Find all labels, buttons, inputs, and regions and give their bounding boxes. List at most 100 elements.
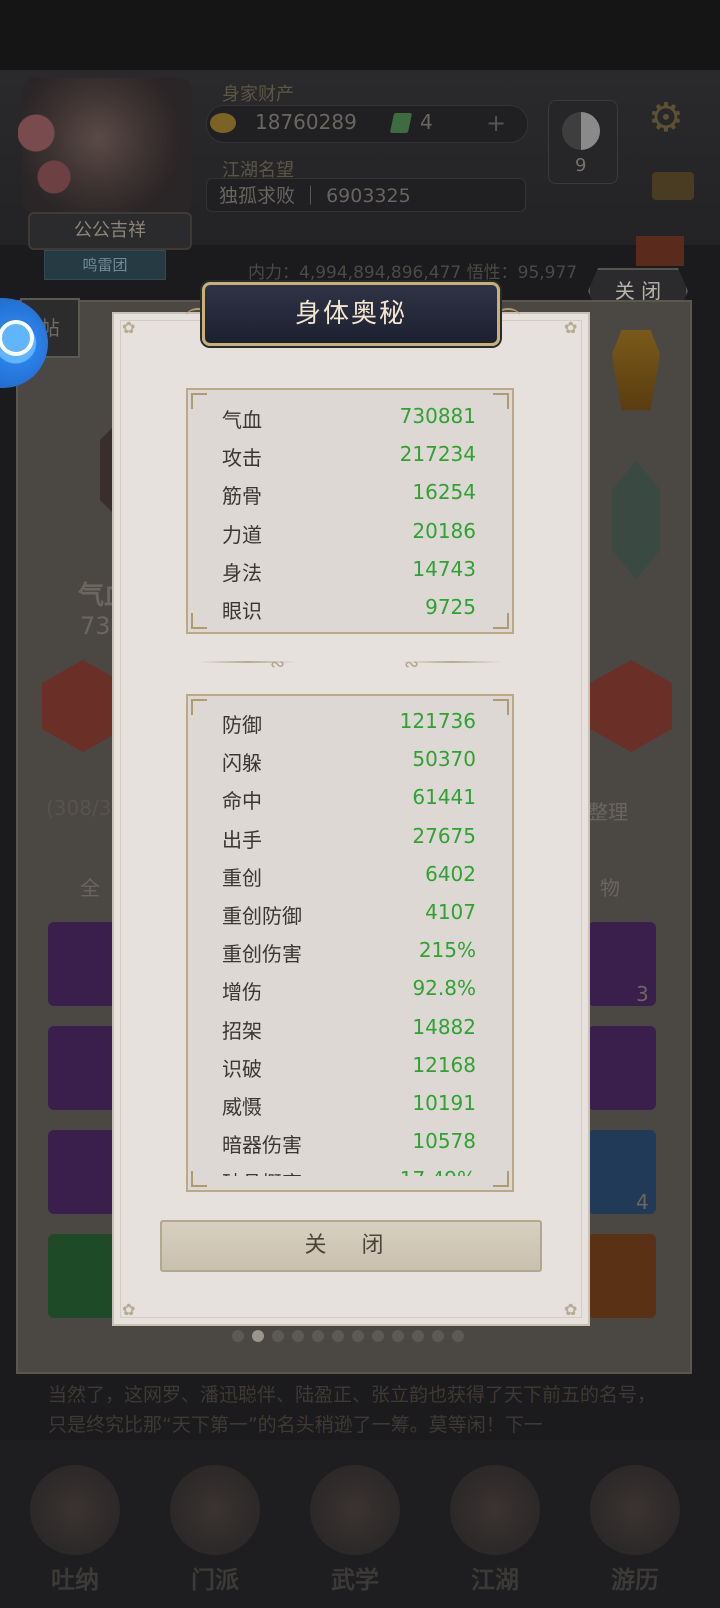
wuxue-icon <box>310 1465 400 1555</box>
add-currency-button[interactable]: + <box>486 111 506 135</box>
nav-wuxue[interactable]: 武学 <box>300 1445 410 1605</box>
page-dot <box>352 1330 364 1342</box>
stat-value: 16254 <box>412 480 476 505</box>
stat-value: 4107 <box>425 899 476 924</box>
secondary-stats-box[interactable]: 防御 121736 闪躲 50370 命中 61441 出手 27675 重创 6402 … <box>186 694 514 1192</box>
qixue-value-bg: 73 <box>80 612 111 640</box>
stat-label: 防御 <box>222 713 262 737</box>
wealth-label: 身家财产 <box>222 84 294 105</box>
stat-row: 防御 121736 <box>188 702 512 740</box>
page-dot <box>272 1330 284 1342</box>
inventory-slot[interactable] <box>588 1234 656 1318</box>
page-dot <box>292 1330 304 1342</box>
inventory-slot[interactable] <box>48 922 116 1006</box>
stat-label: 闪躲 <box>222 751 262 776</box>
page-dot <box>432 1330 444 1342</box>
stat-label: 力道 <box>222 522 262 547</box>
stat-label: 增伤 <box>222 980 262 1005</box>
stat-label: 命中 <box>222 789 262 814</box>
primary-stats-box: 气血 730881 攻击 217234 筋骨 16254 力道 20186 身法 1474… <box>186 388 514 634</box>
stat-value: 92.8% <box>412 976 476 1001</box>
stat-row: 识破 12168 <box>188 1046 512 1084</box>
page-dot <box>372 1330 384 1342</box>
coin-amount: 18760289 <box>255 110 357 134</box>
gold-ingot-icon <box>210 113 236 133</box>
stat-value: 14743 <box>412 556 476 581</box>
stat-row: 破骨概率 17.49% <box>188 1160 512 1176</box>
page-dot-active <box>252 1330 264 1342</box>
nav-jianghu[interactable]: 江湖 <box>440 1445 550 1605</box>
stat-row: 暗器伤害 10578 <box>188 1122 512 1160</box>
corner-ornament-icon: ✿ <box>122 318 136 337</box>
taiji-level: 9 <box>575 155 587 176</box>
power-stats-line: 内力：4,994,894,896,477 悟性：95,977 <box>248 263 578 283</box>
stat-row: 增伤 92.8% <box>188 969 512 1007</box>
filter-all-tab[interactable]: 全 <box>80 872 100 901</box>
secondary-stats-scroll[interactable]: 防御 121736 闪躲 50370 命中 61441 出手 27675 重创 6402 … <box>188 702 512 1176</box>
slot-count: 3 <box>636 982 649 1006</box>
rank-tag <box>636 236 684 266</box>
stat-row: 筋骨 16254 <box>188 473 512 511</box>
stat-row: 命中 61441 <box>188 778 512 816</box>
inventory-slot[interactable] <box>48 1234 116 1318</box>
stat-value: 730881 <box>399 404 476 428</box>
page-dot <box>412 1330 424 1342</box>
stat-value: 20186 <box>412 518 476 543</box>
dialog-title: 身体奥秘 <box>294 299 407 329</box>
stat-value: 215% <box>418 938 476 963</box>
page-indicator <box>232 1330 464 1342</box>
stat-value: 14882 <box>412 1014 476 1039</box>
stat-value: 50370 <box>412 747 476 772</box>
filter-items-tab[interactable]: 物 <box>600 872 620 901</box>
stat-label: 重创伤害 <box>222 942 302 967</box>
stat-value: 61441 <box>412 785 476 810</box>
flower-decoration <box>18 100 78 210</box>
magnifier-icon <box>0 320 34 356</box>
stat-label: 筋骨 <box>222 484 262 509</box>
corner-ornament-icon: ✿ <box>122 1300 136 1319</box>
stat-label: 招架 <box>222 1018 262 1043</box>
corner-ornament-icon: ✿ <box>564 318 578 337</box>
page-dot <box>232 1330 244 1342</box>
stat-row: 力道 20186 <box>188 512 512 550</box>
stat-row: 闪躲 50370 <box>188 740 512 778</box>
nav-label: 门派 <box>191 1566 239 1594</box>
stat-value: 6402 <box>425 861 476 886</box>
jianghu-icon <box>450 1465 540 1555</box>
dialog-title-bar: 身体奥秘 <box>202 282 500 346</box>
page-dot <box>452 1330 464 1342</box>
stat-value: 27675 <box>412 823 476 848</box>
stat-value: 121736 <box>399 709 476 733</box>
stat-row: 眼识 9725 <box>188 588 512 626</box>
gear-icon[interactable]: ⚙ <box>648 98 688 138</box>
stat-value: 12168 <box>412 1052 476 1077</box>
stat-row: 威慑 10191 <box>188 1084 512 1122</box>
stat-label: 眼识 <box>222 598 262 623</box>
nav-menpai[interactable]: 门派 <box>160 1445 270 1605</box>
player-name: 公公吉祥 <box>28 212 192 250</box>
fame-value: 独孤求败 ｜ 6903325 <box>206 178 526 212</box>
stat-label: 重创防御 <box>222 903 302 928</box>
stat-label: 识破 <box>222 1056 262 1081</box>
stat-label: 出手 <box>222 827 262 852</box>
stat-value: 17.49% <box>400 1167 476 1176</box>
player-title-badge: 鸣雷团 <box>44 250 166 280</box>
nav-tuna[interactable]: 吐纳 <box>20 1445 130 1605</box>
page-dot <box>312 1330 324 1342</box>
stat-value: 10578 <box>412 1129 476 1154</box>
inventory-slot[interactable] <box>48 1130 116 1214</box>
stat-row: 重创伤害 215% <box>188 931 512 969</box>
youli-icon <box>590 1465 680 1555</box>
stat-row: 重创防御 4107 <box>188 893 512 931</box>
inventory-slot[interactable] <box>48 1026 116 1110</box>
mail-icon[interactable] <box>652 172 694 200</box>
bag-count: (308/3 <box>46 796 112 820</box>
nav-youli[interactable]: 游历 <box>580 1445 690 1605</box>
divider-curl-icon: ∾ <box>404 654 420 675</box>
stat-label: 破骨概率 <box>222 1167 302 1176</box>
close-button[interactable]: 关 闭 <box>160 1220 542 1272</box>
menpai-icon <box>170 1465 260 1555</box>
nav-label: 游历 <box>611 1566 659 1594</box>
inventory-slot[interactable] <box>588 1026 656 1110</box>
sort-button[interactable]: 整理 <box>588 796 628 825</box>
